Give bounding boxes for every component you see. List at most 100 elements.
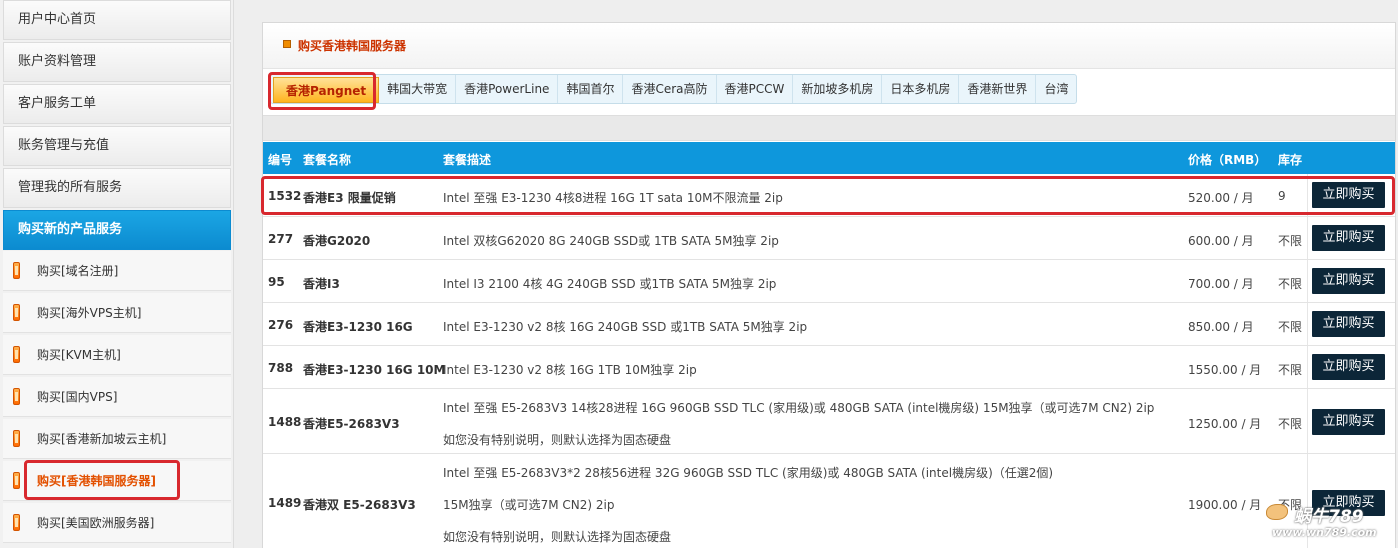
row-desc: Intel I3 2100 4核 4G 240GB SSD 或1TB SATA … xyxy=(443,277,777,291)
column-divider xyxy=(1307,217,1308,259)
row-name: 香港E3 限量促销 xyxy=(303,191,396,205)
sidebar-item-account[interactable]: 账户资料管理 xyxy=(3,42,231,82)
battery-icon xyxy=(13,262,20,279)
row-id: 95 xyxy=(268,275,285,289)
row-stock: 不限 xyxy=(1278,234,1303,248)
row-stock: 不限 xyxy=(1278,320,1303,334)
row-id: 1488 xyxy=(268,415,302,429)
sidebar-item-buy-new[interactable]: 购买新的产品服务 xyxy=(3,210,231,250)
row-stock: 不限 xyxy=(1278,417,1303,431)
column-divider xyxy=(1307,303,1308,345)
sidebar: 用户中心首页 账户资料管理 客户服务工单 账务管理与充值 管理我的所有服务 购买… xyxy=(0,0,234,548)
sidebar-item-home[interactable]: 用户中心首页 xyxy=(3,0,231,40)
row-price: 600.00 / 月 xyxy=(1188,234,1254,248)
header-price: 价格（RMB） xyxy=(1188,153,1267,167)
sidebar-item-services[interactable]: 管理我的所有服务 xyxy=(3,168,231,208)
row-id: 788 xyxy=(268,361,294,375)
row-id: 1532 xyxy=(268,189,302,203)
tab-hk-cera[interactable]: 香港Cera高防 xyxy=(623,75,717,103)
sidebar-item-tickets[interactable]: 客户服务工单 xyxy=(3,84,231,124)
table-header: 编号 套餐名称 套餐描述 价格（RMB） 库存 xyxy=(263,142,1395,174)
row-id: 1489 xyxy=(268,496,302,510)
battery-icon xyxy=(13,388,20,405)
row-price: 1900.00 / 月 xyxy=(1188,498,1262,512)
sidebar-sub-vps-domestic[interactable]: 购买[国内VPS] xyxy=(3,377,231,417)
header-stock: 库存 xyxy=(1278,153,1303,167)
watermark-url: www.wn789.com xyxy=(1272,526,1377,539)
column-divider xyxy=(1307,346,1308,388)
row-stock: 9 xyxy=(1278,189,1286,203)
battery-icon xyxy=(13,514,20,531)
tab-sg[interactable]: 新加坡多机房 xyxy=(793,75,883,103)
tab-tw[interactable]: 台湾 xyxy=(1036,75,1076,103)
row-name: 香港E5-2683V3 xyxy=(303,417,400,431)
table-row: 788 香港E3-1230 16G 10M Intel E3-1230 v2 8… xyxy=(263,346,1395,389)
tab-kr-seoul[interactable]: 韩国首尔 xyxy=(558,75,624,103)
battery-icon xyxy=(13,304,20,321)
sidebar-sub-us-eu-server[interactable]: 购买[美国欧洲服务器] xyxy=(3,503,231,543)
row-id: 276 xyxy=(268,318,294,332)
region-tabs: 香港Pangnet 韩国大带宽 香港PowerLine 韩国首尔 香港Cera高… xyxy=(270,74,1078,104)
bullet-icon xyxy=(283,40,291,48)
row-desc-note: 如您没有特别说明，则默认选择为固态硬盘 xyxy=(443,433,672,447)
tab-kr-bandwidth[interactable]: 韩国大带宽 xyxy=(379,75,457,103)
buy-now-button[interactable]: 立即购买 xyxy=(1312,225,1385,251)
snail-logo-icon xyxy=(1266,504,1288,520)
row-price: 1250.00 / 月 xyxy=(1188,417,1262,431)
row-desc: Intel E3-1230 v2 8核 16G 240GB SSD 或1TB S… xyxy=(443,320,808,334)
tab-jp[interactable]: 日本多机房 xyxy=(882,75,960,103)
sidebar-sub-vps-overseas[interactable]: 购买[海外VPS主机] xyxy=(3,293,231,333)
tab-hk-pangnet[interactable]: 香港Pangnet xyxy=(273,77,380,103)
row-price: 1550.00 / 月 xyxy=(1188,363,1262,377)
row-stock: 不限 xyxy=(1278,363,1303,377)
separator-bar xyxy=(263,115,1395,141)
row-name: 香港G2020 xyxy=(303,234,371,248)
column-divider xyxy=(1307,174,1308,216)
table-row: 276 香港E3-1230 16G Intel E3-1230 v2 8核 16… xyxy=(263,303,1395,346)
row-price: 850.00 / 月 xyxy=(1188,320,1254,334)
row-desc: Intel E3-1230 v2 8核 16G 1TB 10M独享 2ip xyxy=(443,363,697,377)
row-stock: 不限 xyxy=(1278,277,1303,291)
buy-now-button[interactable]: 立即购买 xyxy=(1312,409,1385,435)
panel-title: 购买香港韩国服务器 xyxy=(298,39,407,53)
row-price: 700.00 / 月 xyxy=(1188,277,1254,291)
watermark-logo: 蜗牛789 xyxy=(1294,507,1364,527)
row-desc: Intel 双核G62020 8G 240GB SSD或 1TB SATA 5M… xyxy=(443,234,779,248)
column-divider xyxy=(1307,389,1308,453)
table-row: 277 香港G2020 Intel 双核G62020 8G 240GB SSD或… xyxy=(263,217,1395,260)
sidebar-sub-domain[interactable]: 购买[域名注册] xyxy=(3,251,231,291)
buy-now-button[interactable]: 立即购买 xyxy=(1312,182,1385,208)
table-row: 1488 香港E5-2683V3 Intel 至强 E5-2683V3 14核2… xyxy=(263,389,1395,454)
tab-hk-newworld[interactable]: 香港新世界 xyxy=(959,75,1037,103)
table-row: 1532 香港E3 限量促销 Intel 至强 E3-1230 4核8进程 16… xyxy=(263,174,1395,217)
battery-icon xyxy=(13,472,20,489)
row-name: 香港双 E5-2683V3 xyxy=(303,498,416,512)
row-price: 520.00 / 月 xyxy=(1188,191,1254,205)
sidebar-item-billing[interactable]: 账务管理与充值 xyxy=(3,126,231,166)
battery-icon xyxy=(13,430,20,447)
buy-now-button[interactable]: 立即购买 xyxy=(1312,311,1385,337)
tab-hk-pccw[interactable]: 香港PCCW xyxy=(717,75,794,103)
sidebar-sub-hk-kr-server[interactable]: 购买[香港韩国服务器] xyxy=(3,461,231,501)
tab-hk-powerline[interactable]: 香港PowerLine xyxy=(456,75,559,103)
row-desc: Intel 至强 E5-2683V3 14核28进程 16G 960GB SSD… xyxy=(443,401,1155,415)
buy-now-button[interactable]: 立即购买 xyxy=(1312,354,1385,380)
sidebar-sub-kvm[interactable]: 购买[KVM主机] xyxy=(3,335,231,375)
panel-header: 购买香港韩国服务器 xyxy=(263,23,1395,69)
row-name: 香港E3-1230 16G 10M xyxy=(303,363,446,377)
header-name: 套餐名称 xyxy=(303,153,352,167)
row-name: 香港E3-1230 16G xyxy=(303,320,413,334)
buy-now-button[interactable]: 立即购买 xyxy=(1312,268,1385,294)
column-divider xyxy=(1307,260,1308,302)
table-row: 95 香港I3 Intel I3 2100 4核 4G 240GB SSD 或1… xyxy=(263,260,1395,303)
battery-icon xyxy=(13,346,20,363)
row-id: 277 xyxy=(268,232,294,246)
header-id: 编号 xyxy=(268,153,293,167)
row-desc: Intel 至强 E3-1230 4核8进程 16G 1T sata 10M不限… xyxy=(443,191,783,205)
sidebar-sub-cloud[interactable]: 购买[香港新加坡云主机] xyxy=(3,419,231,459)
row-name: 香港I3 xyxy=(303,277,340,291)
row-desc: Intel 至强 E5-2683V3*2 28核56进程 32G 960GB S… xyxy=(443,466,1054,480)
row-desc-line2: 15M独享（或可选7M CN2) 2ip xyxy=(443,498,615,512)
header-desc: 套餐描述 xyxy=(443,153,492,167)
main-panel: 购买香港韩国服务器 香港Pangnet 韩国大带宽 香港PowerLine 韩国… xyxy=(262,22,1396,548)
